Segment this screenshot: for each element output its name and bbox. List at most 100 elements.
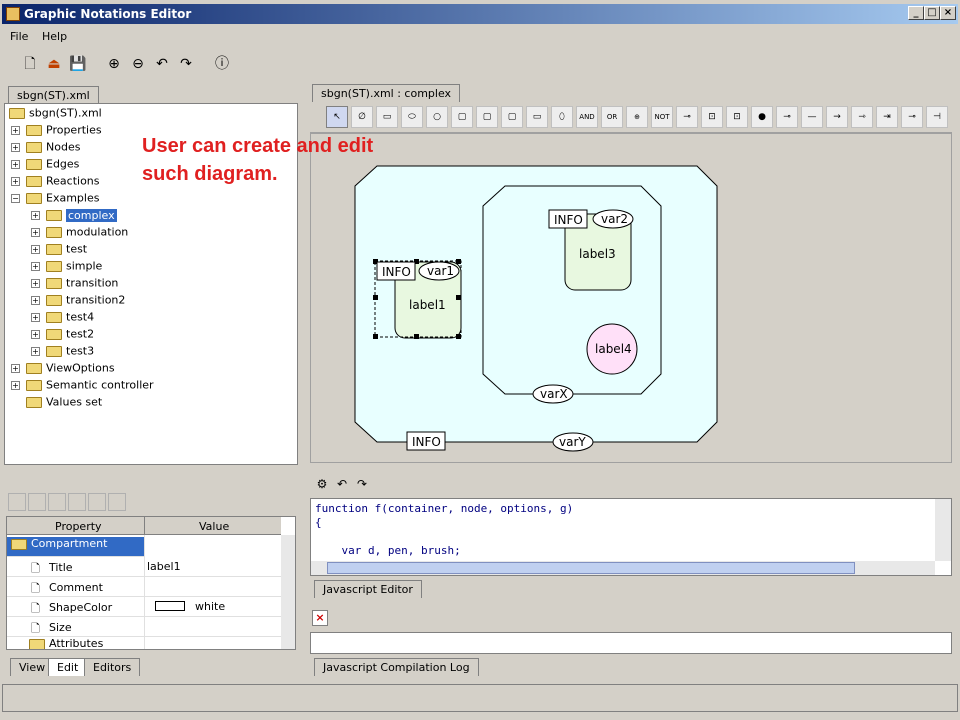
- and-tool-icon[interactable]: AND: [576, 106, 598, 128]
- select-tool-icon[interactable]: ↖: [326, 106, 348, 128]
- folder-icon: [46, 311, 62, 323]
- prop-tool-2-icon[interactable]: [28, 493, 46, 511]
- tree-item-simple[interactable]: + simple: [31, 259, 102, 276]
- folder-icon: [26, 379, 42, 391]
- uncertain-process-tool-icon[interactable]: ⊡: [726, 106, 748, 128]
- tab-compilation-log[interactable]: Javascript Compilation Log: [314, 658, 479, 676]
- rounded-rect-tool-icon[interactable]: ▢: [476, 106, 498, 128]
- new-file-icon[interactable]: 🗋: [20, 54, 40, 74]
- annotation-line-1: User can create and edit: [142, 135, 374, 157]
- folder-icon: [46, 260, 62, 272]
- not-tool-icon[interactable]: NOT: [651, 106, 673, 128]
- tree-item-test[interactable]: + test: [31, 242, 87, 259]
- empty-set-tool-icon[interactable]: ∅: [351, 106, 373, 128]
- tree-item-viewoptions[interactable]: + ViewOptions: [11, 361, 115, 378]
- menu-bar: File Help: [0, 28, 960, 48]
- code-editor[interactable]: function f(container, node, options, g) …: [310, 498, 952, 576]
- minimize-button[interactable]: _: [908, 6, 924, 20]
- diagram-canvas[interactable]: label1 INFO var1 label3 INFO var2 label4…: [310, 133, 952, 463]
- label3-info-text: INFO: [554, 213, 583, 227]
- tag-tool-icon[interactable]: ▭: [376, 106, 398, 128]
- menu-file[interactable]: File: [10, 30, 28, 43]
- tree-item-properties[interactable]: + Properties: [11, 123, 102, 140]
- code-vertical-scrollbar[interactable]: [935, 499, 951, 561]
- or-tool-icon[interactable]: OR: [601, 106, 623, 128]
- col-value: Value: [199, 520, 230, 533]
- compartment-tool-icon[interactable]: ▢: [501, 106, 523, 128]
- annotation-line-2: such diagram.: [142, 163, 278, 185]
- prop-tool-6-icon[interactable]: [108, 493, 126, 511]
- prop-tool-3-icon[interactable]: [48, 493, 66, 511]
- folder-icon: [46, 277, 62, 289]
- zoom-out-icon[interactable]: ⊖: [128, 54, 148, 74]
- tree-item-complex[interactable]: + complex: [31, 208, 117, 225]
- tree-item-examples[interactable]: − Examples: [11, 191, 99, 208]
- code-horizontal-scrollbar[interactable]: [311, 561, 935, 575]
- tab-diagram[interactable]: sbgn(ST).xml : complex: [312, 84, 461, 102]
- color-swatch[interactable]: [155, 601, 185, 611]
- open-file-icon[interactable]: ⏏: [44, 54, 64, 74]
- label1-text: label1: [409, 298, 446, 312]
- close-button[interactable]: ×: [940, 6, 956, 20]
- tree-item-edges[interactable]: + Edges: [11, 157, 79, 174]
- info-icon[interactable]: ⓘ: [212, 54, 232, 74]
- arrow-tool-icon[interactable]: →: [826, 106, 848, 128]
- main-toolbar: 🗋 ⏏ 💾 ⊕ ⊖ ↶ ↷ ⓘ: [0, 48, 960, 80]
- script-redo-icon[interactable]: ↷: [352, 474, 372, 494]
- stimulation-tool-icon[interactable]: ⇥: [876, 106, 898, 128]
- folder-open-icon: [26, 396, 42, 408]
- prop-tool-1-icon[interactable]: [8, 493, 26, 511]
- process-tool-icon[interactable]: ⊸: [676, 106, 698, 128]
- property-header: Property Value: [7, 517, 281, 535]
- xor-tool-icon[interactable]: ⊕: [626, 106, 648, 128]
- modulation-tool-icon[interactable]: ⊸: [901, 106, 923, 128]
- label3-text: label3: [579, 247, 616, 261]
- association-tool-icon[interactable]: ⊸: [776, 106, 798, 128]
- tree-item-semantic-controller[interactable]: + Semantic controller: [11, 378, 154, 395]
- inhibition-tool-icon[interactable]: ⊣: [926, 106, 948, 128]
- code-scroll-thumb[interactable]: [327, 562, 855, 574]
- folder-icon: [9, 107, 25, 119]
- prop-row-compartment[interactable]: Compartment: [7, 537, 144, 557]
- dot-tool-icon[interactable]: ●: [751, 106, 773, 128]
- prop-tool-4-icon[interactable]: [68, 493, 86, 511]
- tree-item-reactions[interactable]: + Reactions: [11, 174, 100, 191]
- tab-editors[interactable]: Editors: [84, 658, 141, 676]
- label4-text: label4: [595, 342, 632, 356]
- save-icon[interactable]: 💾: [68, 54, 88, 74]
- tree-item-test4[interactable]: + test4: [31, 310, 94, 327]
- redo-icon[interactable]: ↷: [176, 54, 196, 74]
- circle-tool-icon[interactable]: ○: [426, 106, 448, 128]
- tree-item-test3[interactable]: + test3: [31, 344, 94, 361]
- open-arrow-tool-icon[interactable]: ⇾: [851, 106, 873, 128]
- small-ellipse-tool-icon[interactable]: ⬯: [551, 106, 573, 128]
- maximize-button[interactable]: □: [924, 6, 940, 20]
- code-line-3: var d, pen, brush;: [315, 544, 461, 557]
- ellipse-tool-icon[interactable]: ⬭: [401, 106, 423, 128]
- tab-left-file[interactable]: sbgn(ST).xml: [8, 86, 99, 104]
- tree-item-transition[interactable]: + transition: [31, 276, 118, 293]
- menu-help[interactable]: Help: [42, 30, 67, 43]
- tree-root[interactable]: sbgn(ST).xml: [9, 106, 102, 123]
- tree-item-values-set[interactable]: Values set: [26, 395, 102, 412]
- undo-icon[interactable]: ↶: [152, 54, 172, 74]
- omitted-process-tool-icon[interactable]: ⊡: [701, 106, 723, 128]
- window-title: Graphic Notations Editor: [24, 7, 192, 21]
- folder-icon: [26, 141, 42, 153]
- tree-item-transition2[interactable]: + transition2: [31, 293, 125, 310]
- script-run-icon[interactable]: ⚙: [312, 474, 332, 494]
- zoom-in-icon[interactable]: ⊕: [104, 54, 124, 74]
- line-tool-icon[interactable]: —: [801, 106, 823, 128]
- small-rect-tool-icon[interactable]: ▭: [526, 106, 548, 128]
- prop-tool-5-icon[interactable]: [88, 493, 106, 511]
- script-undo-icon[interactable]: ↶: [332, 474, 352, 494]
- property-scrollbar[interactable]: [281, 535, 295, 649]
- rect-tool-icon[interactable]: ▢: [451, 106, 473, 128]
- tab-edit[interactable]: Edit: [48, 658, 88, 676]
- clear-log-icon[interactable]: ×: [312, 610, 328, 626]
- tree-item-test2[interactable]: + test2: [31, 327, 94, 344]
- tab-javascript-editor[interactable]: Javascript Editor: [314, 580, 422, 598]
- tree-item-nodes[interactable]: + Nodes: [11, 140, 80, 157]
- tree-item-modulation[interactable]: + modulation: [31, 225, 128, 242]
- title-bar: Graphic Notations Editor _ □ ×: [0, 0, 960, 28]
